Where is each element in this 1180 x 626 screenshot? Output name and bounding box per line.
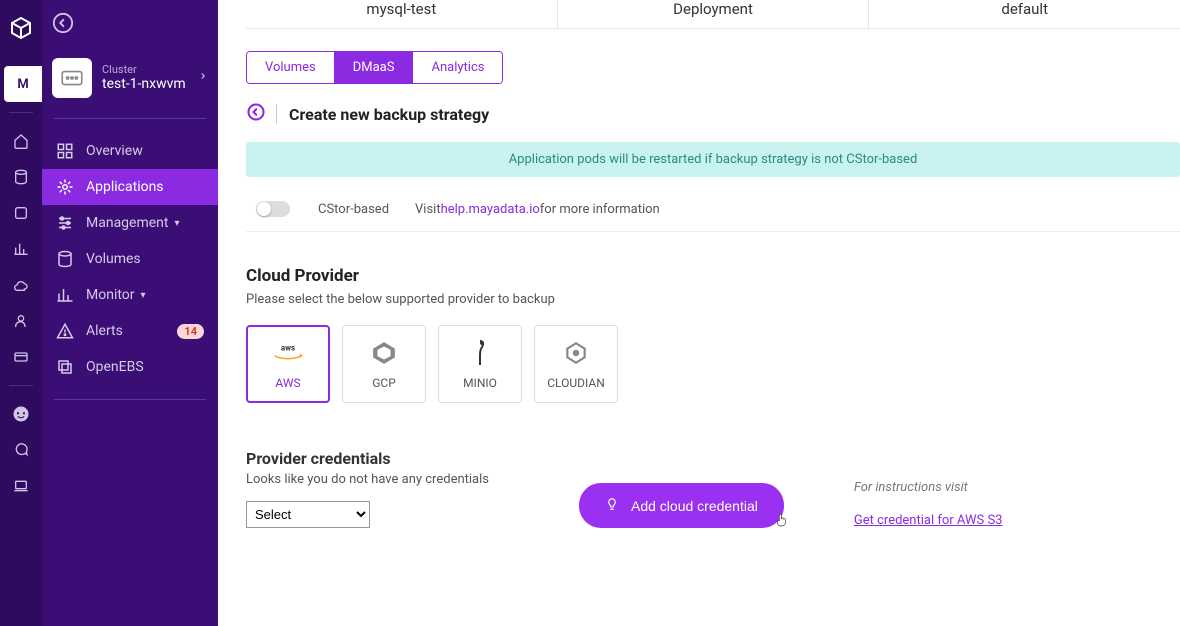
svg-text:aws: aws	[281, 343, 295, 352]
chevron-down-icon: ▾	[141, 290, 146, 301]
cstor-label: CStor-based	[318, 202, 389, 217]
home-icon[interactable]	[0, 123, 42, 159]
crumb-app: mysql-test	[246, 0, 558, 28]
user-icon[interactable]	[0, 303, 42, 339]
logo-icon[interactable]	[0, 10, 42, 46]
crumb-ns: default	[869, 0, 1180, 28]
breadcrumb: mysql-test Deployment default	[246, 0, 1180, 29]
cloud-provider-section: Cloud Provider Please select the below s…	[246, 266, 1180, 403]
cstor-row: CStor-based Visit help.mayadata.io for m…	[246, 187, 1180, 232]
minio-icon	[470, 338, 490, 368]
provider-minio[interactable]: MINIO	[438, 325, 522, 403]
laptop-icon[interactable]	[0, 468, 42, 504]
cube-icon[interactable]	[0, 195, 42, 231]
add-button-label: Add cloud credential	[631, 498, 758, 514]
sidebar-item-label: Alerts	[86, 323, 123, 339]
bulb-icon	[605, 495, 619, 516]
cluster-name: test-1-nxwvm	[102, 76, 186, 93]
provider-label: CLOUDIAN	[547, 376, 605, 390]
back-icon[interactable]	[246, 102, 266, 126]
instructions-link[interactable]: Get credential for AWS S3	[854, 513, 1003, 528]
sidebar-item-management[interactable]: Management ▾	[42, 205, 218, 241]
sidebar-item-openebs[interactable]: OpenEBS	[42, 349, 218, 385]
provider-label: GCP	[372, 376, 396, 390]
chart-icon[interactable]	[0, 231, 42, 267]
sidebar-item-label: Management	[86, 215, 168, 231]
cstor-visit: Visit	[415, 202, 441, 217]
crumb-kind: Deployment	[558, 0, 870, 28]
chevron-right-icon	[198, 69, 208, 87]
credentials-select[interactable]: Select	[246, 501, 370, 528]
sidebar-item-label: Monitor	[86, 287, 135, 303]
info-banner: Application pods will be restarted if ba…	[246, 142, 1180, 177]
sidebar-item-volumes[interactable]: Volumes	[42, 241, 218, 277]
chevron-down-icon: ▾	[174, 218, 179, 229]
sidebar-item-label: OpenEBS	[86, 359, 144, 375]
instructions-label: For instructions visit	[854, 480, 1003, 495]
sidebar-item-label: Overview	[86, 143, 143, 159]
gcp-icon	[371, 338, 397, 368]
db-icon[interactable]	[0, 159, 42, 195]
sidebar-item-monitor[interactable]: Monitor ▾	[42, 277, 218, 313]
rail-item-m[interactable]: M	[4, 66, 42, 102]
tab-dmaas[interactable]: DMaaS	[335, 52, 414, 83]
provider-label: AWS	[275, 376, 300, 390]
title-separator	[276, 104, 277, 124]
cloud-provider-title: Cloud Provider	[246, 266, 1180, 286]
icon-rail: M	[0, 0, 42, 626]
sidebar-back-icon[interactable]	[52, 12, 218, 38]
cstor-tail: for more information	[540, 202, 660, 217]
page-title: Create new backup strategy	[289, 105, 489, 124]
sidebar: Cluster test-1-nxwvm Overview Applicatio…	[42, 0, 218, 626]
provider-label: MINIO	[463, 376, 497, 390]
cstor-toggle[interactable]	[256, 201, 290, 217]
main-content: mysql-test Deployment default Volumes DM…	[218, 0, 1180, 626]
card-icon[interactable]	[0, 339, 42, 375]
tab-analytics[interactable]: Analytics	[413, 52, 502, 83]
cstor-help-link[interactable]: help.mayadata.io	[441, 202, 540, 217]
alerts-badge: 14	[177, 324, 204, 339]
cursor-icon	[774, 511, 790, 534]
sidebar-item-label: Volumes	[86, 251, 141, 267]
provider-gcp[interactable]: GCP	[342, 325, 426, 403]
sidebar-item-applications[interactable]: Applications	[42, 169, 218, 205]
cluster-selector[interactable]: Cluster test-1-nxwvm	[42, 52, 218, 104]
tabs: Volumes DMaaS Analytics	[246, 51, 503, 84]
sidebar-item-alerts[interactable]: Alerts 14	[42, 313, 218, 349]
cloudian-icon	[563, 338, 589, 368]
cloud-icon[interactable]	[0, 267, 42, 303]
credentials-sub: Looks like you do not have any credentia…	[246, 472, 489, 487]
provider-cloudian[interactable]: CLOUDIAN	[534, 325, 618, 403]
chat-icon[interactable]	[0, 432, 42, 468]
provider-aws[interactable]: aws AWS	[246, 325, 330, 403]
aws-icon: aws	[268, 338, 308, 368]
sidebar-item-overview[interactable]: Overview	[42, 133, 218, 169]
cluster-icon	[52, 58, 92, 98]
support-icon[interactable]	[0, 396, 42, 432]
credentials-section: Provider credentials Looks like you do n…	[246, 449, 1180, 528]
add-cloud-credential-button[interactable]: Add cloud credential	[579, 483, 784, 528]
cloud-provider-sub: Please select the below supported provid…	[246, 292, 1180, 307]
cluster-label: Cluster	[102, 63, 186, 76]
tab-volumes[interactable]: Volumes	[247, 52, 335, 83]
credentials-title: Provider credentials	[246, 449, 489, 468]
sidebar-item-label: Applications	[86, 179, 164, 195]
